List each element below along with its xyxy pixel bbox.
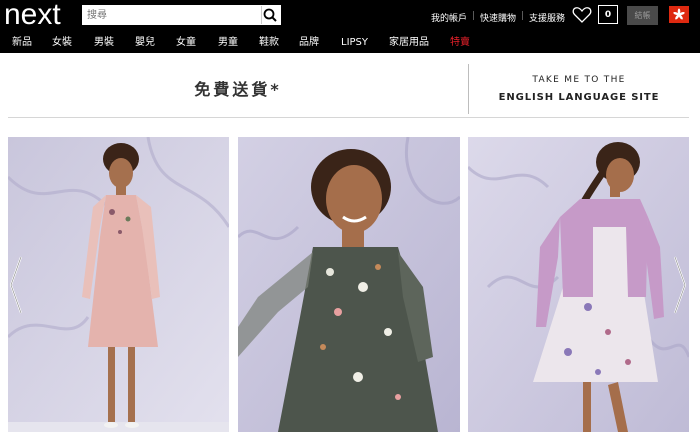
search-icon[interactable] [261, 6, 279, 24]
hong-kong-flag-icon[interactable] [669, 6, 689, 23]
nav-girls[interactable]: 女童 [176, 36, 196, 50]
nav-boys[interactable]: 男童 [218, 36, 238, 50]
promo-banner: 免費送貨* TAKE ME TO THE ENGLISH LANGUAGE SI… [8, 62, 689, 118]
english-site-line1: TAKE ME TO THE [532, 75, 626, 85]
checkout-button[interactable]: 結帳 [627, 6, 658, 25]
shopping-bag-icon[interactable]: 0 [598, 5, 618, 24]
carousel-next-chevron-icon[interactable] [672, 255, 688, 315]
top-bar: next 我的帳戶 | 快速購物 | 支援服務 0 結帳 [0, 0, 700, 53]
nav-sale[interactable]: 特賣 [450, 36, 470, 50]
next-logo[interactable]: next [4, 0, 61, 32]
quick-shop-link[interactable]: 快速購物 [480, 11, 516, 24]
product-image-green-floral-dress[interactable] [238, 137, 460, 432]
nav-men[interactable]: 男裝 [94, 36, 114, 50]
nav-shoes[interactable]: 鞋款 [259, 36, 279, 50]
nav-new[interactable]: 新品 [12, 36, 32, 50]
nav-home[interactable]: 家居用品 [389, 36, 429, 50]
nav-baby[interactable]: 嬰兒 [135, 36, 155, 50]
help-link[interactable]: 支援服務 [529, 11, 565, 24]
product-image-pink-dress[interactable] [8, 137, 229, 432]
separator: | [472, 11, 476, 21]
my-account-link[interactable]: 我的帳戶 [431, 11, 467, 24]
favourites-heart-icon[interactable] [572, 6, 592, 24]
search-input[interactable] [83, 6, 267, 24]
nav-brands[interactable]: 品牌 [299, 36, 319, 50]
english-site-link[interactable]: TAKE ME TO THE ENGLISH LANGUAGE SITE [469, 62, 689, 117]
product-image-cardigan-floral-dress[interactable] [468, 137, 689, 432]
free-delivery-banner[interactable]: 免費送貨* [8, 62, 468, 117]
nav-women[interactable]: 女裝 [52, 36, 72, 50]
bag-count: 0 [604, 10, 612, 20]
english-site-line2: ENGLISH LANGUAGE SITE [498, 92, 660, 103]
separator: | [521, 11, 525, 21]
carousel-prev-chevron-icon[interactable] [8, 255, 24, 315]
search-box [82, 5, 281, 25]
nav-lipsy[interactable]: LIPSY [341, 36, 368, 50]
